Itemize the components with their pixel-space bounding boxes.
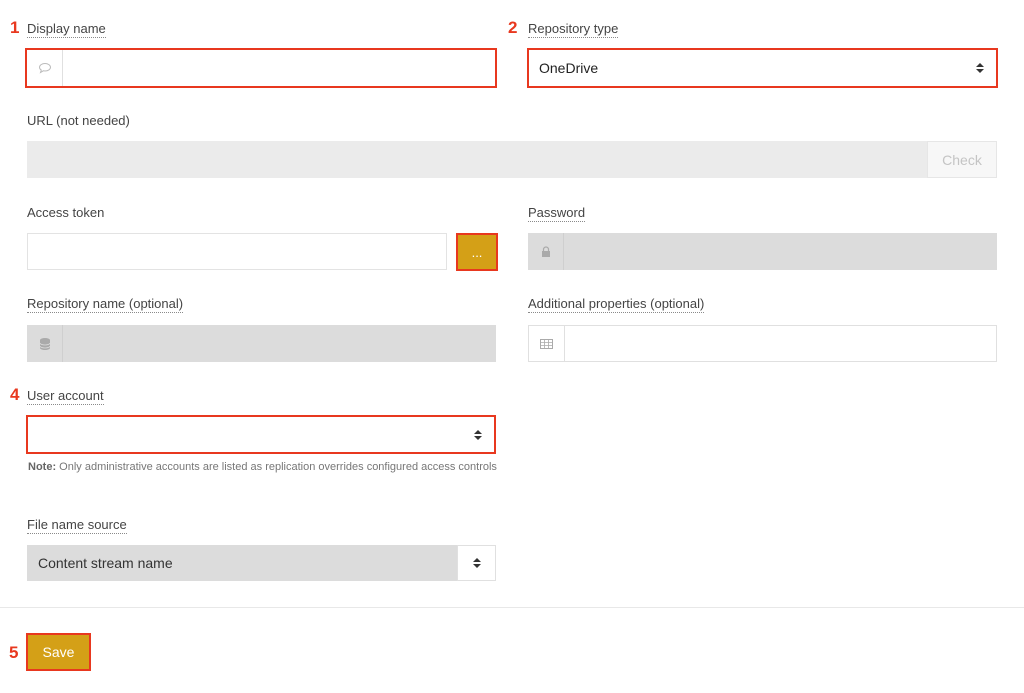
additional-properties-input[interactable] bbox=[565, 326, 996, 361]
user-account-label: User account bbox=[27, 388, 104, 405]
access-token-input[interactable] bbox=[27, 233, 447, 270]
display-name-group bbox=[25, 48, 497, 88]
user-account-note: Note: Only administrative accounts are l… bbox=[28, 459, 498, 475]
additional-properties-group bbox=[528, 325, 997, 362]
note-bold: Note: bbox=[28, 461, 57, 473]
repository-type-value: OneDrive bbox=[539, 60, 599, 76]
annotation-5: 5 bbox=[9, 643, 19, 662]
user-account-select[interactable] bbox=[26, 415, 496, 454]
access-token-label: Access token bbox=[27, 205, 105, 220]
lock-icon bbox=[528, 233, 564, 270]
file-name-source-label: File name source bbox=[27, 517, 127, 534]
annotation-2: 2 bbox=[508, 18, 518, 37]
url-input bbox=[27, 141, 927, 178]
repository-name-input bbox=[63, 325, 496, 362]
select-caret-icon bbox=[976, 63, 984, 73]
password-label: Password bbox=[528, 205, 586, 222]
table-icon bbox=[529, 326, 565, 361]
file-name-source-caret-box bbox=[457, 545, 496, 581]
file-name-source-select[interactable]: Content stream name bbox=[27, 545, 496, 581]
select-caret-icon bbox=[474, 429, 482, 440]
repository-name-label: Repository name (optional) bbox=[27, 296, 184, 313]
repository-type-select[interactable]: OneDrive bbox=[527, 48, 998, 88]
access-token-browse-button[interactable]: ... bbox=[456, 233, 498, 271]
file-name-source-value: Content stream name bbox=[38, 555, 173, 571]
note-text: Only administrative accounts are listed … bbox=[56, 461, 497, 473]
password-group bbox=[528, 233, 997, 270]
display-name-label: Display name bbox=[27, 21, 106, 38]
repository-type-label: Repository type bbox=[528, 21, 619, 38]
check-button: Check bbox=[927, 141, 997, 178]
password-input bbox=[564, 233, 997, 270]
save-button[interactable]: Save bbox=[26, 633, 91, 671]
footer-divider bbox=[0, 607, 1024, 608]
comment-icon bbox=[27, 50, 63, 86]
additional-properties-label: Additional properties (optional) bbox=[528, 296, 705, 313]
database-icon bbox=[27, 325, 63, 362]
annotation-4: 4 bbox=[10, 385, 20, 404]
annotation-1: 1 bbox=[10, 18, 20, 37]
select-caret-icon bbox=[473, 558, 481, 568]
repository-name-group bbox=[27, 325, 496, 362]
url-label: URL (not needed) bbox=[27, 113, 130, 128]
display-name-input[interactable] bbox=[63, 50, 495, 86]
url-group: Check bbox=[27, 141, 997, 178]
